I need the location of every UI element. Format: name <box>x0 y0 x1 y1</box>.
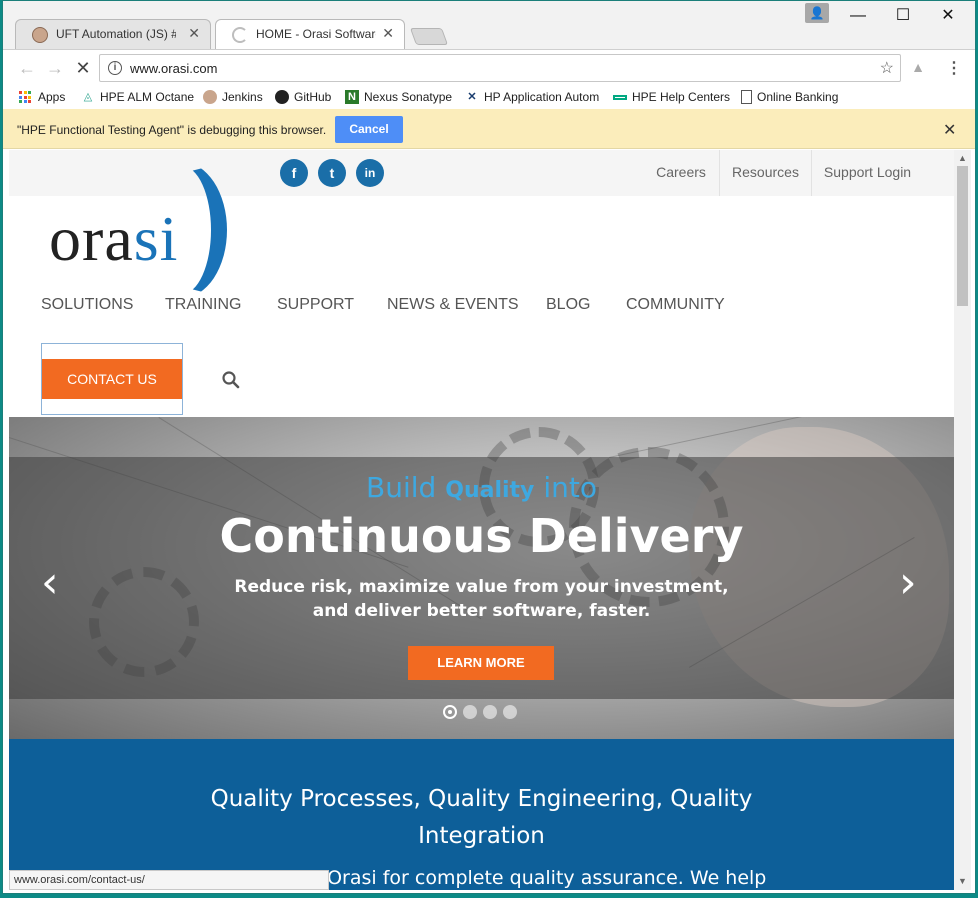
contact-us-focus-ring: CONTACT US <box>41 343 183 415</box>
hero-title: Continuous Delivery <box>219 509 744 563</box>
status-bubble: www.orasi.com/contact-us/ <box>9 870 329 890</box>
logo-wordmark: orasi <box>49 203 179 274</box>
bookmark-star-icon[interactable]: ☆ <box>880 58 894 78</box>
twitter-icon[interactable]: t <box>318 159 346 187</box>
tab-strip: UFT Automation (JS) #7 ✕ HOME - Orasi So… <box>3 1 975 50</box>
page-icon <box>741 90 752 104</box>
maximize-button[interactable]: ☐ <box>880 5 926 27</box>
bookmark-label: GitHub <box>294 90 332 104</box>
window-close-button[interactable]: ✕ <box>925 5 971 27</box>
section-heading: Quality Processes, Quality Engineering, … <box>210 786 753 849</box>
new-tab-button[interactable] <box>409 28 449 45</box>
linkedin-icon[interactable]: in <box>356 159 384 187</box>
forward-arrow-icon[interactable]: → <box>43 56 67 80</box>
careers-link[interactable]: Careers <box>643 150 719 196</box>
minimize-button[interactable]: — <box>835 5 881 27</box>
hpe-icon <box>613 90 627 104</box>
jenkins-avatar-icon <box>32 27 48 43</box>
hero-slider: Build Quality into Continuous Delivery R… <box>9 417 954 739</box>
github-icon <box>275 90 289 104</box>
hp-icon: ✕ <box>467 91 477 103</box>
close-icon[interactable]: ✕ <box>188 25 200 42</box>
facebook-icon[interactable]: f <box>280 159 308 187</box>
chevron-right-icon[interactable]: › <box>899 557 917 608</box>
bookmark-octane[interactable]: ◬ HPE ALM Octane <box>81 87 194 107</box>
nav-support[interactable]: SUPPORT <box>277 296 354 314</box>
browser-window: UFT Automation (JS) #7 ✕ HOME - Orasi So… <box>2 0 976 894</box>
tab-title: UFT Automation (JS) #7 <box>56 27 176 41</box>
nav-news-events[interactable]: NEWS & EVENTS <box>387 296 519 314</box>
scroll-thumb[interactable] <box>957 166 968 306</box>
cancel-button[interactable]: Cancel <box>335 116 403 143</box>
bookmark-label: HPE ALM Octane <box>100 90 195 104</box>
bookmark-apps[interactable]: Apps <box>19 87 65 107</box>
bookmark-label: HPE Help Centers <box>632 90 731 104</box>
info-icon[interactable]: i <box>108 61 122 75</box>
close-icon[interactable]: ✕ <box>382 25 394 42</box>
nav-training[interactable]: TRAINING <box>165 296 241 314</box>
profile-icon[interactable]: 👤 <box>805 3 829 23</box>
tab-uft-automation[interactable]: UFT Automation (JS) #7 ✕ <box>15 19 211 49</box>
slider-dot-1[interactable] <box>443 705 457 719</box>
contact-us-button[interactable]: CONTACT US <box>42 359 182 399</box>
bookmark-label: Jenkins <box>222 90 263 104</box>
search-icon[interactable] <box>221 370 241 390</box>
section-body: n Orasi for complete quality assurance. … <box>309 867 767 889</box>
page-viewport: f t in Careers Resources Support Login o… <box>9 150 954 890</box>
chevron-left-icon[interactable]: ‹ <box>41 557 59 608</box>
tab-title: HOME - Orasi Software, I <box>256 27 376 41</box>
browser-toolbar: ← → ✕ i www.orasi.com ☆ ▲ ⋮ <box>3 49 975 85</box>
nexus-icon: N <box>345 90 359 104</box>
quality-section: Quality Processes, Quality Engineering, … <box>9 739 954 890</box>
hero-kicker: Build Quality into <box>366 471 597 504</box>
nav-blog[interactable]: BLOG <box>546 296 590 314</box>
jenkins-icon <box>203 90 217 104</box>
tab-orasi-home[interactable]: HOME - Orasi Software, I ✕ <box>215 19 405 50</box>
slider-dots <box>443 705 517 719</box>
bookmark-jenkins[interactable]: Jenkins <box>203 87 263 107</box>
address-bar[interactable]: i www.orasi.com ☆ <box>99 54 901 82</box>
bookmark-nexus[interactable]: N Nexus Sonatype <box>345 87 452 107</box>
bookmark-hp-app-automation[interactable]: ✕ HP Application Autom <box>465 87 602 107</box>
slider-dot-2[interactable] <box>463 705 477 719</box>
bookmark-label: Apps <box>38 90 66 104</box>
close-icon[interactable]: ✕ <box>943 120 956 140</box>
scroll-up-icon[interactable]: ▲ <box>958 153 967 163</box>
bookmark-label: HP Application Autom <box>484 90 600 104</box>
hero-subtitle: Reduce risk, maximize value from your in… <box>234 577 729 621</box>
more-menu-icon[interactable]: ⋮ <box>945 58 963 78</box>
bookmarks-bar: Apps ◬ HPE ALM Octane Jenkins GitHub N N… <box>3 85 975 109</box>
octane-icon: ◬ <box>83 91 93 103</box>
apps-grid-icon <box>19 91 33 103</box>
bookmark-hpe-help[interactable]: HPE Help Centers <box>613 87 730 107</box>
loading-spinner-icon <box>232 27 248 43</box>
main-nav: SOLUTIONS TRAINING SUPPORT NEWS & EVENTS… <box>9 296 954 326</box>
orasi-logo[interactable]: orasi <box>49 162 227 298</box>
drive-extension-icon[interactable]: ▲ <box>909 59 927 77</box>
url-text[interactable]: www.orasi.com <box>130 61 217 76</box>
nav-community[interactable]: COMMUNITY <box>626 296 725 314</box>
bookmark-online-banking[interactable]: Online Banking <box>741 87 838 107</box>
stop-loading-icon[interactable]: ✕ <box>71 56 95 80</box>
bookmark-label: Online Banking <box>757 90 839 104</box>
bookmark-label: Nexus Sonatype <box>364 90 453 104</box>
infobar-message: "HPE Functional Testing Agent" is debugg… <box>17 123 327 137</box>
slider-dot-4[interactable] <box>503 705 517 719</box>
resources-link[interactable]: Resources <box>719 150 811 196</box>
page-scrollbar[interactable]: ▲ ▼ <box>954 150 971 890</box>
back-arrow-icon[interactable]: ← <box>15 56 39 80</box>
learn-more-button[interactable]: LEARN MORE <box>408 646 554 680</box>
scroll-down-icon[interactable]: ▼ <box>958 876 967 886</box>
slider-dot-3[interactable] <box>483 705 497 719</box>
bookmark-github[interactable]: GitHub <box>275 87 331 107</box>
debugging-infobar: "HPE Functional Testing Agent" is debugg… <box>3 109 975 149</box>
support-login-link[interactable]: Support Login <box>811 150 923 196</box>
nav-solutions[interactable]: SOLUTIONS <box>41 296 133 314</box>
